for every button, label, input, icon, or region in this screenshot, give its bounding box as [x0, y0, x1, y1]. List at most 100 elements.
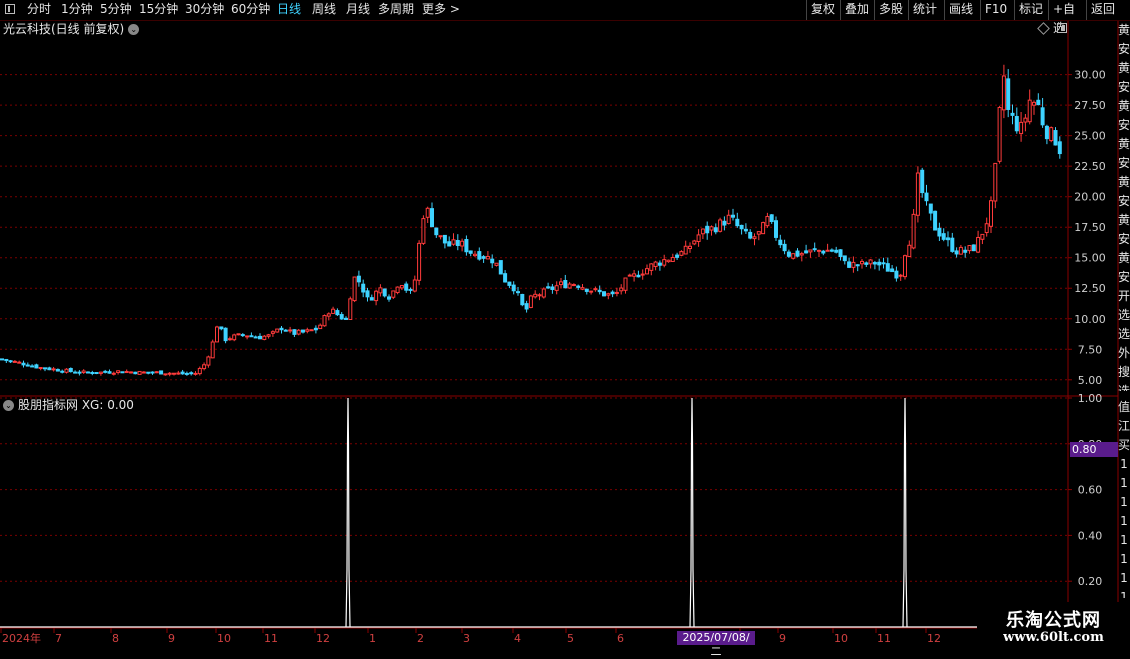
side-strip-char: 1 — [1120, 552, 1128, 566]
candle-body — [219, 326, 224, 330]
candle-body — [593, 288, 598, 291]
candle-body — [12, 360, 17, 363]
diamond-icon[interactable] — [1037, 22, 1050, 35]
candle-body — [563, 280, 568, 289]
side-strip-char: 安 — [1118, 194, 1130, 208]
side-strip-char: 1 — [1120, 495, 1128, 509]
indicator-tick-label: 1.00 — [1078, 392, 1103, 405]
candle-body — [817, 249, 821, 252]
candle-body — [984, 223, 989, 234]
candle-body — [614, 291, 619, 294]
watermark-name: 乐淘公式网 — [1006, 610, 1101, 631]
candle-body — [434, 227, 439, 236]
candle-body — [993, 162, 998, 202]
candle-body — [116, 370, 121, 374]
candle-body — [700, 228, 705, 235]
candle-body — [911, 213, 916, 249]
candle-body — [933, 210, 938, 231]
candle-body — [576, 285, 581, 288]
candle-body — [520, 293, 525, 306]
candle-body — [227, 338, 232, 341]
candle-body — [352, 276, 357, 302]
date-tick-label: 4 — [514, 632, 521, 645]
candle-body — [739, 224, 744, 230]
price-tick-label: 15.00 — [1074, 252, 1106, 265]
candle-body — [524, 303, 529, 310]
price-tick-label: 20.00 — [1074, 191, 1106, 204]
watermark-url: www.60lt.com — [1003, 630, 1104, 645]
candle-body — [301, 329, 305, 333]
candle-body — [997, 106, 1002, 162]
price-tick-label: 17.50 — [1074, 221, 1106, 234]
candle-body — [688, 245, 692, 250]
indicator-tick-label: 0.60 — [1078, 484, 1103, 497]
candle-body — [559, 281, 563, 286]
candle-body — [743, 228, 748, 232]
date-tick-label: 11 — [264, 632, 278, 645]
candle-body — [98, 371, 103, 374]
panel-toggle-icon[interactable] — [1057, 23, 1067, 33]
candle-body — [864, 262, 869, 265]
candle-body — [64, 368, 69, 373]
side-strip-char: 黄 — [1118, 23, 1130, 37]
chart-canvas[interactable]: 30.0027.5025.0022.5020.0017.5015.0012.50… — [0, 0, 1130, 650]
side-strip-char: 值 — [1118, 400, 1130, 414]
candle-body — [963, 249, 968, 253]
candle-body — [606, 293, 611, 296]
candle-body — [567, 283, 572, 289]
chevron-down-icon[interactable]: ⌄ — [128, 24, 140, 35]
candle-body — [481, 256, 486, 259]
candle-body — [528, 295, 533, 308]
candle-body — [382, 288, 387, 297]
candle-body — [120, 371, 125, 374]
candle-body — [782, 243, 787, 252]
date-tick-label: 1 — [369, 632, 376, 645]
candle-body — [571, 284, 576, 287]
candle-body — [141, 371, 146, 374]
candle-body — [791, 253, 796, 259]
candle-body — [722, 220, 727, 226]
candle-body — [610, 291, 615, 295]
candle-body — [374, 290, 379, 302]
candle-body — [1040, 107, 1045, 126]
candle-body — [597, 289, 602, 293]
candle-body — [533, 293, 538, 298]
date-tick-label: 5 — [567, 632, 574, 645]
candle-body — [756, 231, 761, 235]
candle-body — [554, 285, 559, 291]
candle-body — [322, 315, 327, 327]
candle-body — [623, 277, 628, 291]
candle-body — [829, 249, 834, 252]
candle-body — [1014, 116, 1019, 132]
candle-body — [47, 367, 52, 371]
candle-body — [309, 329, 314, 332]
stock-title[interactable]: 光云科技(日线 前复权) ⌄ — [3, 21, 140, 37]
candle-body — [395, 286, 400, 294]
date-tick-label: 12 — [316, 632, 330, 645]
side-strip-char: 1 — [1120, 457, 1128, 471]
candle-body — [976, 236, 981, 253]
indicator-title[interactable]: ⌄ 股朋指标网 XG: 0.00 — [3, 397, 134, 413]
candle-body — [718, 219, 723, 232]
candle-body — [455, 240, 460, 246]
date-tick-label: 6 — [617, 632, 624, 645]
candle-body — [877, 261, 882, 266]
candle-body — [107, 371, 112, 374]
candle-body — [971, 244, 976, 252]
side-strip-char: 黄 — [1118, 99, 1130, 113]
candle-body — [21, 362, 26, 366]
candle-body — [636, 274, 641, 278]
candle-body — [460, 240, 465, 247]
date-tick-label: 9 — [779, 632, 786, 645]
chevron-down-icon[interactable]: ⌄ — [3, 400, 14, 411]
date-tick-label: 8 — [112, 632, 119, 645]
candle-body — [8, 360, 13, 363]
candle-body — [258, 335, 262, 340]
candle-body — [275, 328, 280, 333]
candle-body — [855, 264, 860, 267]
candle-body — [223, 327, 228, 342]
candle-body — [683, 245, 688, 255]
side-strip-char: 1 — [1120, 590, 1128, 598]
candle-body — [68, 368, 73, 373]
candle-body — [1036, 99, 1041, 106]
